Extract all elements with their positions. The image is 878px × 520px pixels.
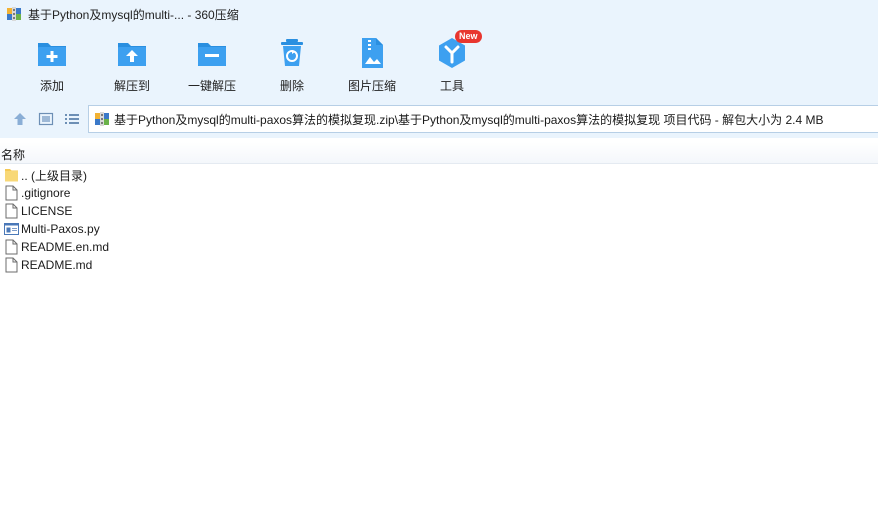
delete-icon [281, 39, 303, 66]
list-item[interactable]: README.md [0, 256, 878, 274]
new-badge: New [455, 30, 482, 43]
file-icon [5, 203, 18, 219]
extract-to-button-label: 解压到 [113, 79, 150, 93]
image-compress-icon [362, 38, 383, 68]
thumbnail-view-icon[interactable] [38, 111, 54, 127]
list-item-name: .. (上级目录) [21, 168, 87, 183]
app-window: 基于Python及mysql的multi-... - 360压缩 添加 解压到 [0, 0, 878, 520]
list-item[interactable]: .. (上级目录) [0, 166, 878, 184]
tools-button[interactable]: New 工具 [412, 30, 492, 96]
add-button[interactable]: 添加 [12, 36, 92, 96]
add-button-label: 添加 [39, 79, 64, 93]
extract-to-button[interactable]: 解压到 [92, 36, 172, 96]
list-item-name: .gitignore [21, 186, 71, 200]
list-item[interactable]: README.en.md [0, 238, 878, 256]
list-view-icon[interactable] [64, 111, 80, 127]
one-click-extract-button-label: 一键解压 [187, 79, 236, 93]
image-compress-button-label: 图片压缩 [347, 79, 396, 93]
list-item-name: README.en.md [21, 240, 110, 254]
address-bar: 基于Python及mysql的multi-paxos算法的模拟复现.zip\基于… [0, 100, 878, 138]
list-item-name: Multi-Paxos.py [21, 222, 100, 236]
list-item-name: LICENSE [21, 204, 73, 218]
image-compress-button[interactable]: 图片压缩 [332, 36, 412, 96]
title-bar: 基于Python及mysql的multi-... - 360压缩 [0, 0, 878, 28]
tools-icon-wrap: New [435, 30, 482, 70]
window-title: 基于Python及mysql的multi-... - 360压缩 [28, 7, 239, 22]
delete-button[interactable]: 删除 [252, 36, 332, 96]
path-field[interactable]: 基于Python及mysql的multi-paxos算法的模拟复现.zip\基于… [88, 105, 878, 133]
delete-button-label: 删除 [279, 79, 304, 93]
list-item[interactable]: .gitignore [0, 184, 878, 202]
column-header-name[interactable]: 名称 [1, 146, 25, 163]
file-icon [5, 257, 18, 273]
extract-to-icon [118, 43, 146, 66]
list-item-name: README.md [21, 258, 93, 272]
one-click-extract-button[interactable]: 一键解压 [172, 36, 252, 96]
list-item[interactable]: Multi-Paxos.py [0, 220, 878, 238]
list-header: 名称 [0, 142, 878, 164]
path-text: 基于Python及mysql的multi-paxos算法的模拟复现.zip\基于… [114, 112, 824, 127]
up-level-icon[interactable] [12, 111, 28, 127]
one-click-extract-icon [198, 43, 226, 66]
file-icon [5, 239, 18, 255]
archive-app-icon [7, 7, 21, 21]
tools-button-label: 工具 [439, 79, 464, 93]
folder-up-icon [5, 169, 18, 182]
python-file-icon [4, 223, 19, 235]
add-icon [38, 43, 66, 66]
file-icon [5, 185, 18, 201]
list-item[interactable]: LICENSE [0, 202, 878, 220]
toolbar: 添加 解压到 一键解压 删除 图片压缩 New 工具 [0, 28, 878, 100]
file-list: .. (上级目录) .gitignore LICENSE Multi-Paxos… [0, 166, 878, 274]
zip-archive-icon [95, 112, 109, 126]
